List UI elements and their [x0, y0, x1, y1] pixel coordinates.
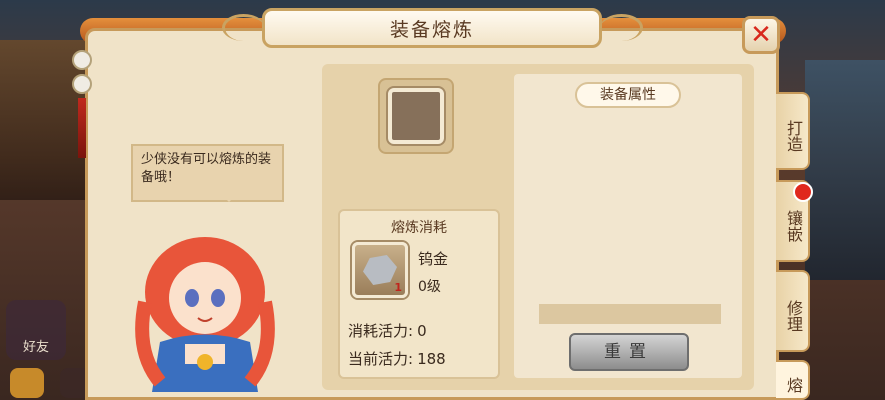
background-building-right	[805, 60, 885, 280]
attributes-header: 装备属性	[575, 82, 681, 108]
chat-icon[interactable]	[10, 368, 44, 398]
current-vitality-label: 当前活力:	[348, 350, 414, 368]
current-vitality: 当前活力: 188	[348, 348, 446, 369]
cost-vitality-value: 0	[417, 322, 427, 340]
equipment-slot[interactable]	[388, 88, 444, 144]
cost-vitality-label: 消耗活力:	[348, 322, 414, 340]
jade-tassel-ornament	[72, 50, 92, 160]
material-count: 1	[394, 281, 402, 294]
cost-vitality: 消耗活力: 0	[348, 320, 427, 341]
close-icon: ✕	[750, 20, 772, 50]
window-title-text: 装备熔炼	[389, 18, 474, 41]
title-ornament-right	[600, 14, 643, 41]
consume-header: 熔炼消耗	[391, 220, 447, 236]
friend-button[interactable]: 好友	[6, 300, 66, 360]
material-name: 钨金	[418, 250, 449, 268]
attributes-divider	[539, 304, 721, 324]
window-title: 装备熔炼	[262, 8, 602, 48]
material-level: 0级	[418, 279, 441, 295]
npc-girl-portrait	[135, 237, 275, 392]
title-ornament-left	[222, 14, 265, 41]
close-button[interactable]: ✕	[742, 16, 780, 54]
notification-badge	[793, 182, 813, 202]
tab-repair[interactable]: 修理	[776, 270, 810, 352]
tab-forge[interactable]: 打造	[776, 92, 810, 170]
tab-smelt[interactable]: 熔	[776, 360, 810, 400]
npc-speech-bubble: 少侠没有可以熔炼的装备哦！	[131, 144, 284, 202]
ore-icon	[363, 255, 397, 285]
reset-button[interactable]: 重置	[569, 333, 689, 371]
material-item-slot[interactable]: 1	[352, 242, 408, 298]
current-vitality-value: 188	[417, 350, 446, 368]
